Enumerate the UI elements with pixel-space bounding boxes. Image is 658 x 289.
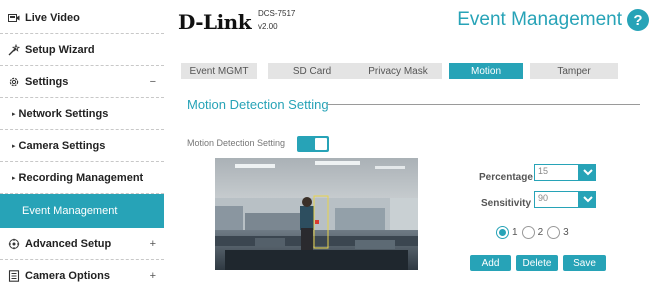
caret-icon: ▸ [12, 174, 16, 182]
sensitivity-select[interactable]: 90 [534, 191, 596, 208]
radio-label: 2 [537, 227, 544, 238]
model-name: DCS-7517 [258, 9, 296, 18]
sidebar-item-label: Live Video [25, 11, 80, 24]
advanced-icon [7, 237, 21, 251]
divider [327, 104, 640, 105]
document-icon [7, 269, 21, 283]
tab-tamper[interactable]: Tamper [530, 63, 618, 79]
motion-detection-label: Motion Detection Setting [187, 138, 286, 148]
expand-sign[interactable]: + [150, 238, 156, 250]
camera-scene-image [215, 158, 418, 270]
model-info: DCS-7517 v2.00 [258, 7, 295, 33]
tab-event-mgmt[interactable]: Event MGMT [181, 63, 257, 79]
radio-option-3[interactable] [547, 226, 561, 239]
radio-label: 1 [512, 227, 518, 238]
region-radio-group: 1 2 3 [496, 226, 573, 239]
page-title: Event Management [457, 9, 622, 30]
percentage-select[interactable]: 15 [534, 164, 596, 181]
chevron-down-icon [579, 191, 596, 208]
sidebar-item-label: Camera Options [25, 269, 110, 282]
sidebar-item-label: Settings [25, 75, 69, 88]
radio-option-2[interactable] [521, 226, 535, 239]
sidebar-item-camera-options[interactable]: Camera Options + [0, 260, 164, 289]
sidebar-item-label: Event Management [22, 205, 118, 217]
percentage-value: 15 [534, 164, 579, 181]
video-icon [7, 11, 21, 25]
radio-option-1[interactable] [496, 226, 509, 239]
sidebar-item-label: Setup Wizard [25, 43, 95, 56]
add-button[interactable]: Add [470, 255, 511, 271]
toggle-knob [315, 138, 327, 150]
section-title: Motion Detection Setting [187, 97, 329, 112]
sidebar-item-network-settings[interactable]: ▸ Network Settings [0, 98, 164, 130]
chevron-down-icon [579, 164, 596, 181]
expand-sign[interactable]: + [150, 270, 156, 282]
sensitivity-value: 90 [534, 191, 579, 208]
tab-privacy-mask[interactable]: Privacy Mask [354, 63, 442, 79]
radio-label: 3 [563, 227, 569, 238]
firmware-version: v2.00 [258, 22, 278, 31]
sidebar-item-live-video[interactable]: Live Video [0, 2, 164, 34]
sidebar-item-label: Network Settings [18, 107, 109, 120]
sidebar-item-label: Recording Management [18, 171, 144, 184]
collapse-sign[interactable]: − [150, 76, 156, 88]
sidebar-item-camera-settings[interactable]: ▸ Camera Settings [0, 130, 164, 162]
gear-icon [7, 75, 21, 89]
help-icon[interactable]: ? [627, 9, 649, 31]
sidebar-item-label: Camera Settings [18, 139, 106, 152]
dlink-logo: D-Link [178, 10, 252, 34]
delete-button[interactable]: Delete [516, 255, 558, 271]
save-button[interactable]: Save [563, 255, 606, 271]
sidebar-item-advanced-setup[interactable]: Advanced Setup + [0, 228, 164, 260]
caret-icon: ▸ [12, 110, 16, 118]
motion-detection-toggle[interactable] [297, 136, 329, 152]
percentage-label: Percentage [479, 172, 533, 183]
sidebar-item-label: Advanced Setup [25, 237, 112, 250]
sensitivity-label: Sensitivity [481, 198, 532, 209]
tab-motion[interactable]: Motion [449, 63, 523, 79]
wand-icon [7, 43, 21, 57]
sidebar-item-setup-wizard[interactable]: Setup Wizard [0, 34, 164, 66]
sidebar-item-event-management[interactable]: Event Management [0, 194, 164, 228]
tab-sd-card[interactable]: SD Card [268, 63, 356, 79]
sidebar-item-settings[interactable]: Settings − [0, 66, 164, 98]
camera-preview[interactable] [215, 158, 418, 270]
sidebar-item-recording-management[interactable]: ▸ Recording Management [0, 162, 164, 194]
caret-icon: ▸ [12, 142, 16, 150]
sidebar: Live Video Setup Wizard Settings − ▸ Net… [0, 0, 164, 289]
